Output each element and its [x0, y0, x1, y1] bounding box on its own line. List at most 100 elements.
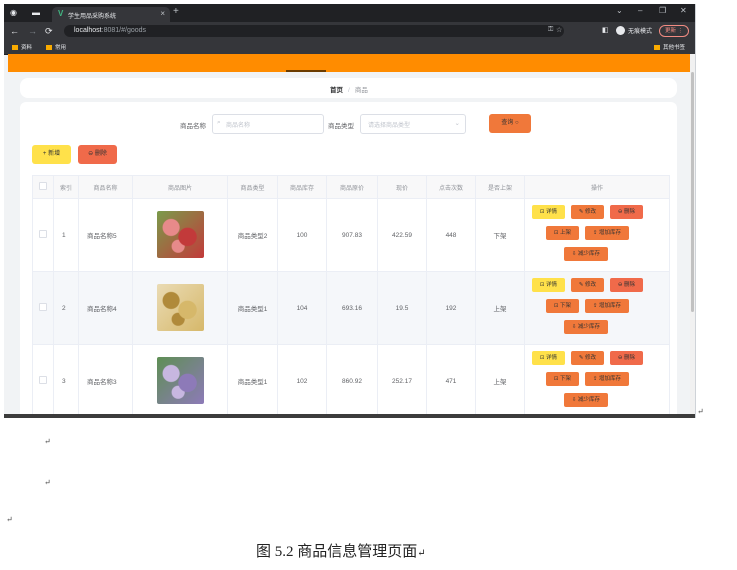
- col-clicks: 点击次数: [426, 175, 476, 199]
- breadcrumb-home[interactable]: 首页: [330, 87, 343, 94]
- toggle-sale-button[interactable]: ⊡ 下架: [546, 299, 579, 313]
- col-on-sale: 是否上架: [475, 175, 525, 199]
- goods-clicks: 471: [426, 344, 476, 418]
- select-all-checkbox[interactable]: [32, 175, 54, 199]
- add-stock-button[interactable]: ⇪ 增加库存: [585, 372, 629, 386]
- chevron-down-icon: ⌄: [454, 120, 460, 127]
- reduce-stock-button[interactable]: ⇩ 减少库存: [564, 393, 608, 407]
- bookmark-folder-1[interactable]: 资料: [12, 43, 32, 51]
- browser-menu-icon[interactable]: ◉: [10, 8, 17, 17]
- table-row: 1 商品名称5 商品类型2 100 907.83 422.59 448 下架 ⊡ 详情 ✎ 修改 ⊖…: [32, 198, 670, 272]
- key-icon[interactable]: ⚿: [548, 26, 553, 34]
- sidepanel-icon[interactable]: ◧: [602, 26, 609, 34]
- goods-type: 商品类型1: [227, 271, 278, 345]
- tab-title: 学生用品采购系统: [68, 14, 117, 20]
- bookmark-star-icon[interactable]: ☆: [556, 26, 562, 34]
- detail-button[interactable]: ⊡ 详情: [532, 205, 565, 219]
- reduce-stock-button[interactable]: ⇩ 减少库存: [564, 247, 608, 261]
- goods-clicks: 448: [426, 198, 476, 272]
- goods-image[interactable]: [156, 356, 204, 404]
- col-stock: 商品库存: [277, 175, 327, 199]
- col-image: 商品图片: [132, 175, 228, 199]
- bulk-delete-button[interactable]: ⊖ 删除: [78, 145, 117, 164]
- col-actions: 操作: [524, 175, 670, 199]
- goods-clicks: 192: [426, 271, 476, 345]
- detail-button[interactable]: ⊡ 详情: [532, 351, 565, 365]
- goods-original-price: 907.83: [326, 198, 378, 272]
- tab-close-icon[interactable]: ×: [160, 9, 165, 18]
- reload-icon[interactable]: ⟳: [45, 26, 53, 37]
- address-bar-row: ← → ⟳ localhost:8081/#/goods ⚿ ☆ ◧ 无痕模式 …: [4, 22, 695, 40]
- breadcrumb-separator: /: [348, 87, 350, 94]
- delete-button[interactable]: ⊖ 删除: [610, 205, 643, 219]
- goods-stock: 100: [277, 198, 327, 272]
- search-button[interactable]: 查询 ○: [489, 114, 531, 133]
- name-search-input[interactable]: ⌕ 商品名称: [212, 114, 324, 134]
- edit-button[interactable]: ✎ 修改: [571, 278, 604, 292]
- goods-image-cell: [132, 271, 228, 345]
- folder-icon: [654, 45, 660, 50]
- actions-cell: ⊡ 详情 ✎ 修改 ⊖ 删除 ⊡ 上架 ⇪ 增加库存 ⇩ 减少库存: [524, 198, 670, 272]
- name-filter-label: 商品名称: [180, 123, 206, 130]
- other-bookmarks[interactable]: 其他书签: [654, 43, 685, 51]
- bookmark-label: 其他书签: [663, 45, 686, 51]
- type-select[interactable]: 请选择商品类型 ⌄: [360, 114, 466, 134]
- bookmark-folder-2[interactable]: 常用: [46, 43, 66, 51]
- detail-button[interactable]: ⊡ 详情: [532, 278, 565, 292]
- incognito-avatar-icon[interactable]: [616, 26, 625, 35]
- add-stock-button[interactable]: ⇪ 增加库存: [585, 299, 629, 313]
- add-stock-button[interactable]: ⇪ 增加库存: [585, 226, 629, 240]
- row-index: 2: [53, 271, 79, 345]
- goods-image[interactable]: [156, 210, 204, 258]
- goods-on-sale: 上架: [475, 271, 525, 345]
- tab-search-icon[interactable]: ▬: [32, 8, 40, 17]
- goods-name: 商品名称3: [78, 344, 133, 418]
- reduce-stock-button[interactable]: ⇩ 减少库存: [564, 320, 608, 334]
- delete-button[interactable]: ⊖ 删除: [610, 278, 643, 292]
- toggle-sale-button[interactable]: ⊡ 上架: [546, 226, 579, 240]
- goods-original-price: 860.92: [326, 344, 378, 418]
- tab-list-icon[interactable]: ⌄: [616, 6, 623, 15]
- search-icon: ⌕: [217, 119, 221, 126]
- actions-cell: ⊡ 详情 ✎ 修改 ⊖ 删除 ⊡ 下架 ⇪ 增加库存 ⇩ 减少库存: [524, 271, 670, 345]
- minimize-icon[interactable]: –: [638, 6, 642, 15]
- new-tab-button[interactable]: +: [173, 6, 179, 17]
- url-text: localhost:8081/#/goods: [74, 27, 146, 34]
- folder-icon: [46, 45, 52, 50]
- paragraph-mark: ↵: [697, 407, 704, 416]
- bookmarks-bar: 资料 常用 其他书签: [4, 40, 695, 55]
- update-button[interactable]: 更新 ⋮: [659, 25, 689, 37]
- goods-type: 商品类型1: [227, 344, 278, 418]
- address-bar[interactable]: localhost:8081/#/goods ⚿ ☆: [64, 25, 564, 37]
- vue-logo-icon: V: [58, 9, 64, 18]
- app-top-nav: [8, 54, 691, 72]
- goods-name: 商品名称5: [78, 198, 133, 272]
- goods-image-cell: [132, 344, 228, 418]
- row-checkbox[interactable]: [32, 198, 54, 272]
- nav-active-indicator: [286, 70, 326, 72]
- row-index: 1: [53, 198, 79, 272]
- row-index: 3: [53, 344, 79, 418]
- table-row: 3 商品名称3 商品类型1 102 860.92 252.17 471 上架 ⊡ 详情 ✎ 修改 ⊖…: [32, 344, 670, 418]
- paragraph-mark: ↵: [6, 515, 13, 524]
- browser-tab[interactable]: V 学生用品采购系统 ×: [52, 7, 170, 22]
- breadcrumb-current: 商品: [354, 87, 368, 94]
- row-checkbox[interactable]: [32, 344, 54, 418]
- edit-button[interactable]: ✎ 修改: [571, 205, 604, 219]
- table-header-row: 索引 商品名称 商品图片 商品类型 商品库存 商品原价 现价 点击次数 是否上架…: [32, 175, 670, 199]
- scrollbar-thumb[interactable]: [691, 72, 694, 312]
- edit-button[interactable]: ✎ 修改: [571, 351, 604, 365]
- goods-panel: 商品名称 ⌕ 商品名称 商品类型 请选择商品类型 ⌄ 查询 ○ + 新增 ⊖ 删…: [20, 102, 677, 418]
- forward-icon[interactable]: →: [28, 26, 37, 36]
- browser-titlebar: ◉ ▬ V 学生用品采购系统 × + ⌄ – ❐ ✕: [4, 4, 695, 22]
- paragraph-mark: ↵: [44, 437, 51, 446]
- back-icon[interactable]: ←: [10, 26, 19, 36]
- goods-image[interactable]: [156, 283, 204, 331]
- delete-button[interactable]: ⊖ 删除: [610, 351, 643, 365]
- goods-stock: 102: [277, 344, 327, 418]
- add-button[interactable]: + 新增: [32, 145, 71, 164]
- close-window-icon[interactable]: ✕: [680, 6, 687, 15]
- toggle-sale-button[interactable]: ⊡ 下架: [546, 372, 579, 386]
- restore-icon[interactable]: ❐: [659, 6, 666, 15]
- row-checkbox[interactable]: [32, 271, 54, 345]
